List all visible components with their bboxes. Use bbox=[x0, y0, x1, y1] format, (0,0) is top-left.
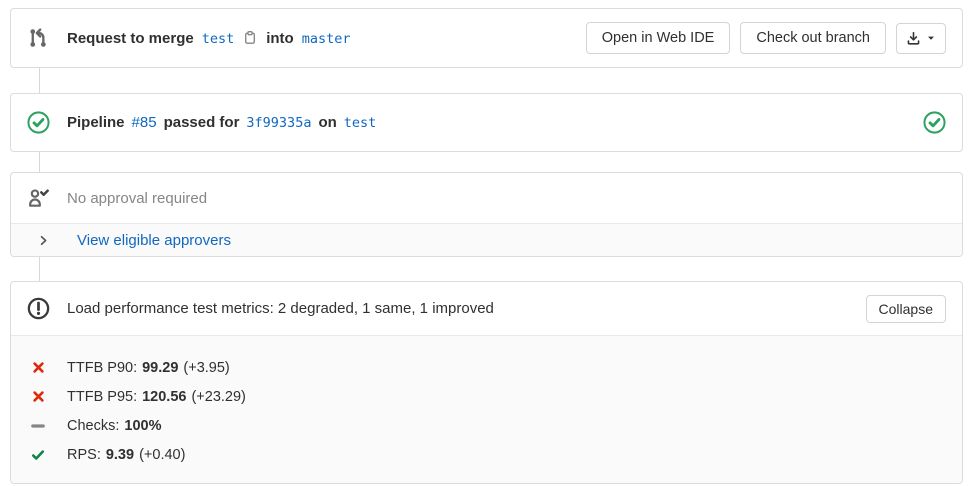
metric-delta: (+0.40) bbox=[139, 447, 185, 463]
approval-user-check-icon bbox=[27, 187, 49, 209]
metric-value: 120.56 bbox=[142, 389, 186, 405]
pipeline-success-icon bbox=[27, 111, 50, 134]
approvals-section: No approval required View eligible appro… bbox=[10, 172, 963, 257]
metric-label: Checks: bbox=[67, 418, 119, 434]
into-label: into bbox=[266, 30, 294, 47]
chevron-right-icon[interactable] bbox=[37, 234, 51, 247]
load-performance-summary: Load performance test metrics: 2 degrade… bbox=[67, 300, 494, 317]
pipeline-branch-link[interactable]: test bbox=[344, 115, 377, 131]
chevron-down-icon bbox=[926, 33, 936, 43]
metric-text: RPS: 9.39 (+0.40) bbox=[67, 447, 185, 463]
mini-pipeline-stage[interactable] bbox=[923, 111, 946, 134]
degraded-icon bbox=[27, 390, 49, 403]
metric-row-ttfb-p90: TTFB P90: 99.29 (+3.95) bbox=[27, 353, 946, 382]
metric-text: TTFB P90: 99.29 (+3.95) bbox=[67, 360, 230, 376]
metric-delta: (+23.29) bbox=[191, 389, 245, 405]
metric-label: TTFB P95: bbox=[67, 389, 137, 405]
same-icon bbox=[27, 418, 49, 434]
metric-label: TTFB P90: bbox=[67, 360, 137, 376]
merge-request-icon bbox=[27, 27, 49, 49]
timeline-connector bbox=[39, 152, 40, 172]
copy-branch-button[interactable] bbox=[242, 30, 258, 46]
alert-circle-icon bbox=[27, 297, 50, 320]
approval-status-text: No approval required bbox=[67, 190, 207, 207]
degraded-icon bbox=[27, 361, 49, 374]
metric-label: RPS: bbox=[67, 447, 101, 463]
metric-row-checks: Checks: 100% bbox=[27, 411, 946, 440]
source-branch-link[interactable]: test bbox=[202, 31, 235, 47]
metric-value: 99.29 bbox=[142, 360, 178, 376]
metric-delta: (+3.95) bbox=[183, 360, 229, 376]
view-eligible-approvers-link[interactable]: View eligible approvers bbox=[77, 232, 231, 249]
metric-row-rps: RPS: 9.39 (+0.40) bbox=[27, 440, 946, 469]
passed-for-label: passed for bbox=[164, 114, 240, 131]
pipeline-sentence: Pipeline #85 passed for 3f99335a on test bbox=[67, 114, 376, 131]
pipeline-label: Pipeline bbox=[67, 114, 125, 131]
pipeline-section: Pipeline #85 passed for 3f99335a on test bbox=[10, 93, 963, 152]
check-out-branch-button[interactable]: Check out branch bbox=[740, 22, 886, 54]
open-in-web-ide-button[interactable]: Open in Web IDE bbox=[586, 22, 731, 54]
metric-value: 9.39 bbox=[106, 447, 134, 463]
load-performance-metrics-list: TTFB P90: 99.29 (+3.95) TTFB P95: 120.56… bbox=[11, 335, 962, 483]
merge-request-header: Request to merge test into master Open i… bbox=[10, 8, 963, 68]
merge-request-actions: Open in Web IDE Check out branch bbox=[586, 22, 946, 54]
download-icon bbox=[906, 31, 921, 46]
collapse-button[interactable]: Collapse bbox=[866, 295, 946, 323]
approval-status-row: No approval required bbox=[11, 173, 962, 223]
timeline-connector bbox=[39, 257, 40, 281]
load-performance-header: Load performance test metrics: 2 degrade… bbox=[11, 282, 962, 335]
request-to-merge-label: Request to merge bbox=[67, 30, 194, 47]
improved-icon bbox=[27, 448, 49, 462]
on-label: on bbox=[318, 114, 336, 131]
merge-request-widget: Request to merge test into master Open i… bbox=[0, 0, 978, 486]
load-performance-section: Load performance test metrics: 2 degrade… bbox=[10, 281, 963, 484]
approvers-toggle-row[interactable]: View eligible approvers bbox=[11, 223, 962, 256]
metric-text: Checks: 100% bbox=[67, 418, 166, 434]
pipeline-id-link[interactable]: #85 bbox=[132, 114, 157, 131]
metric-row-ttfb-p95: TTFB P95: 120.56 (+23.29) bbox=[27, 382, 946, 411]
metric-value: 100% bbox=[124, 418, 161, 434]
merge-request-sentence: Request to merge test into master bbox=[67, 30, 351, 47]
download-dropdown-button[interactable] bbox=[896, 23, 946, 54]
commit-sha-link[interactable]: 3f99335a bbox=[246, 115, 311, 131]
timeline-connector bbox=[39, 68, 40, 93]
metric-text: TTFB P95: 120.56 (+23.29) bbox=[67, 389, 246, 405]
target-branch-link[interactable]: master bbox=[302, 31, 351, 47]
